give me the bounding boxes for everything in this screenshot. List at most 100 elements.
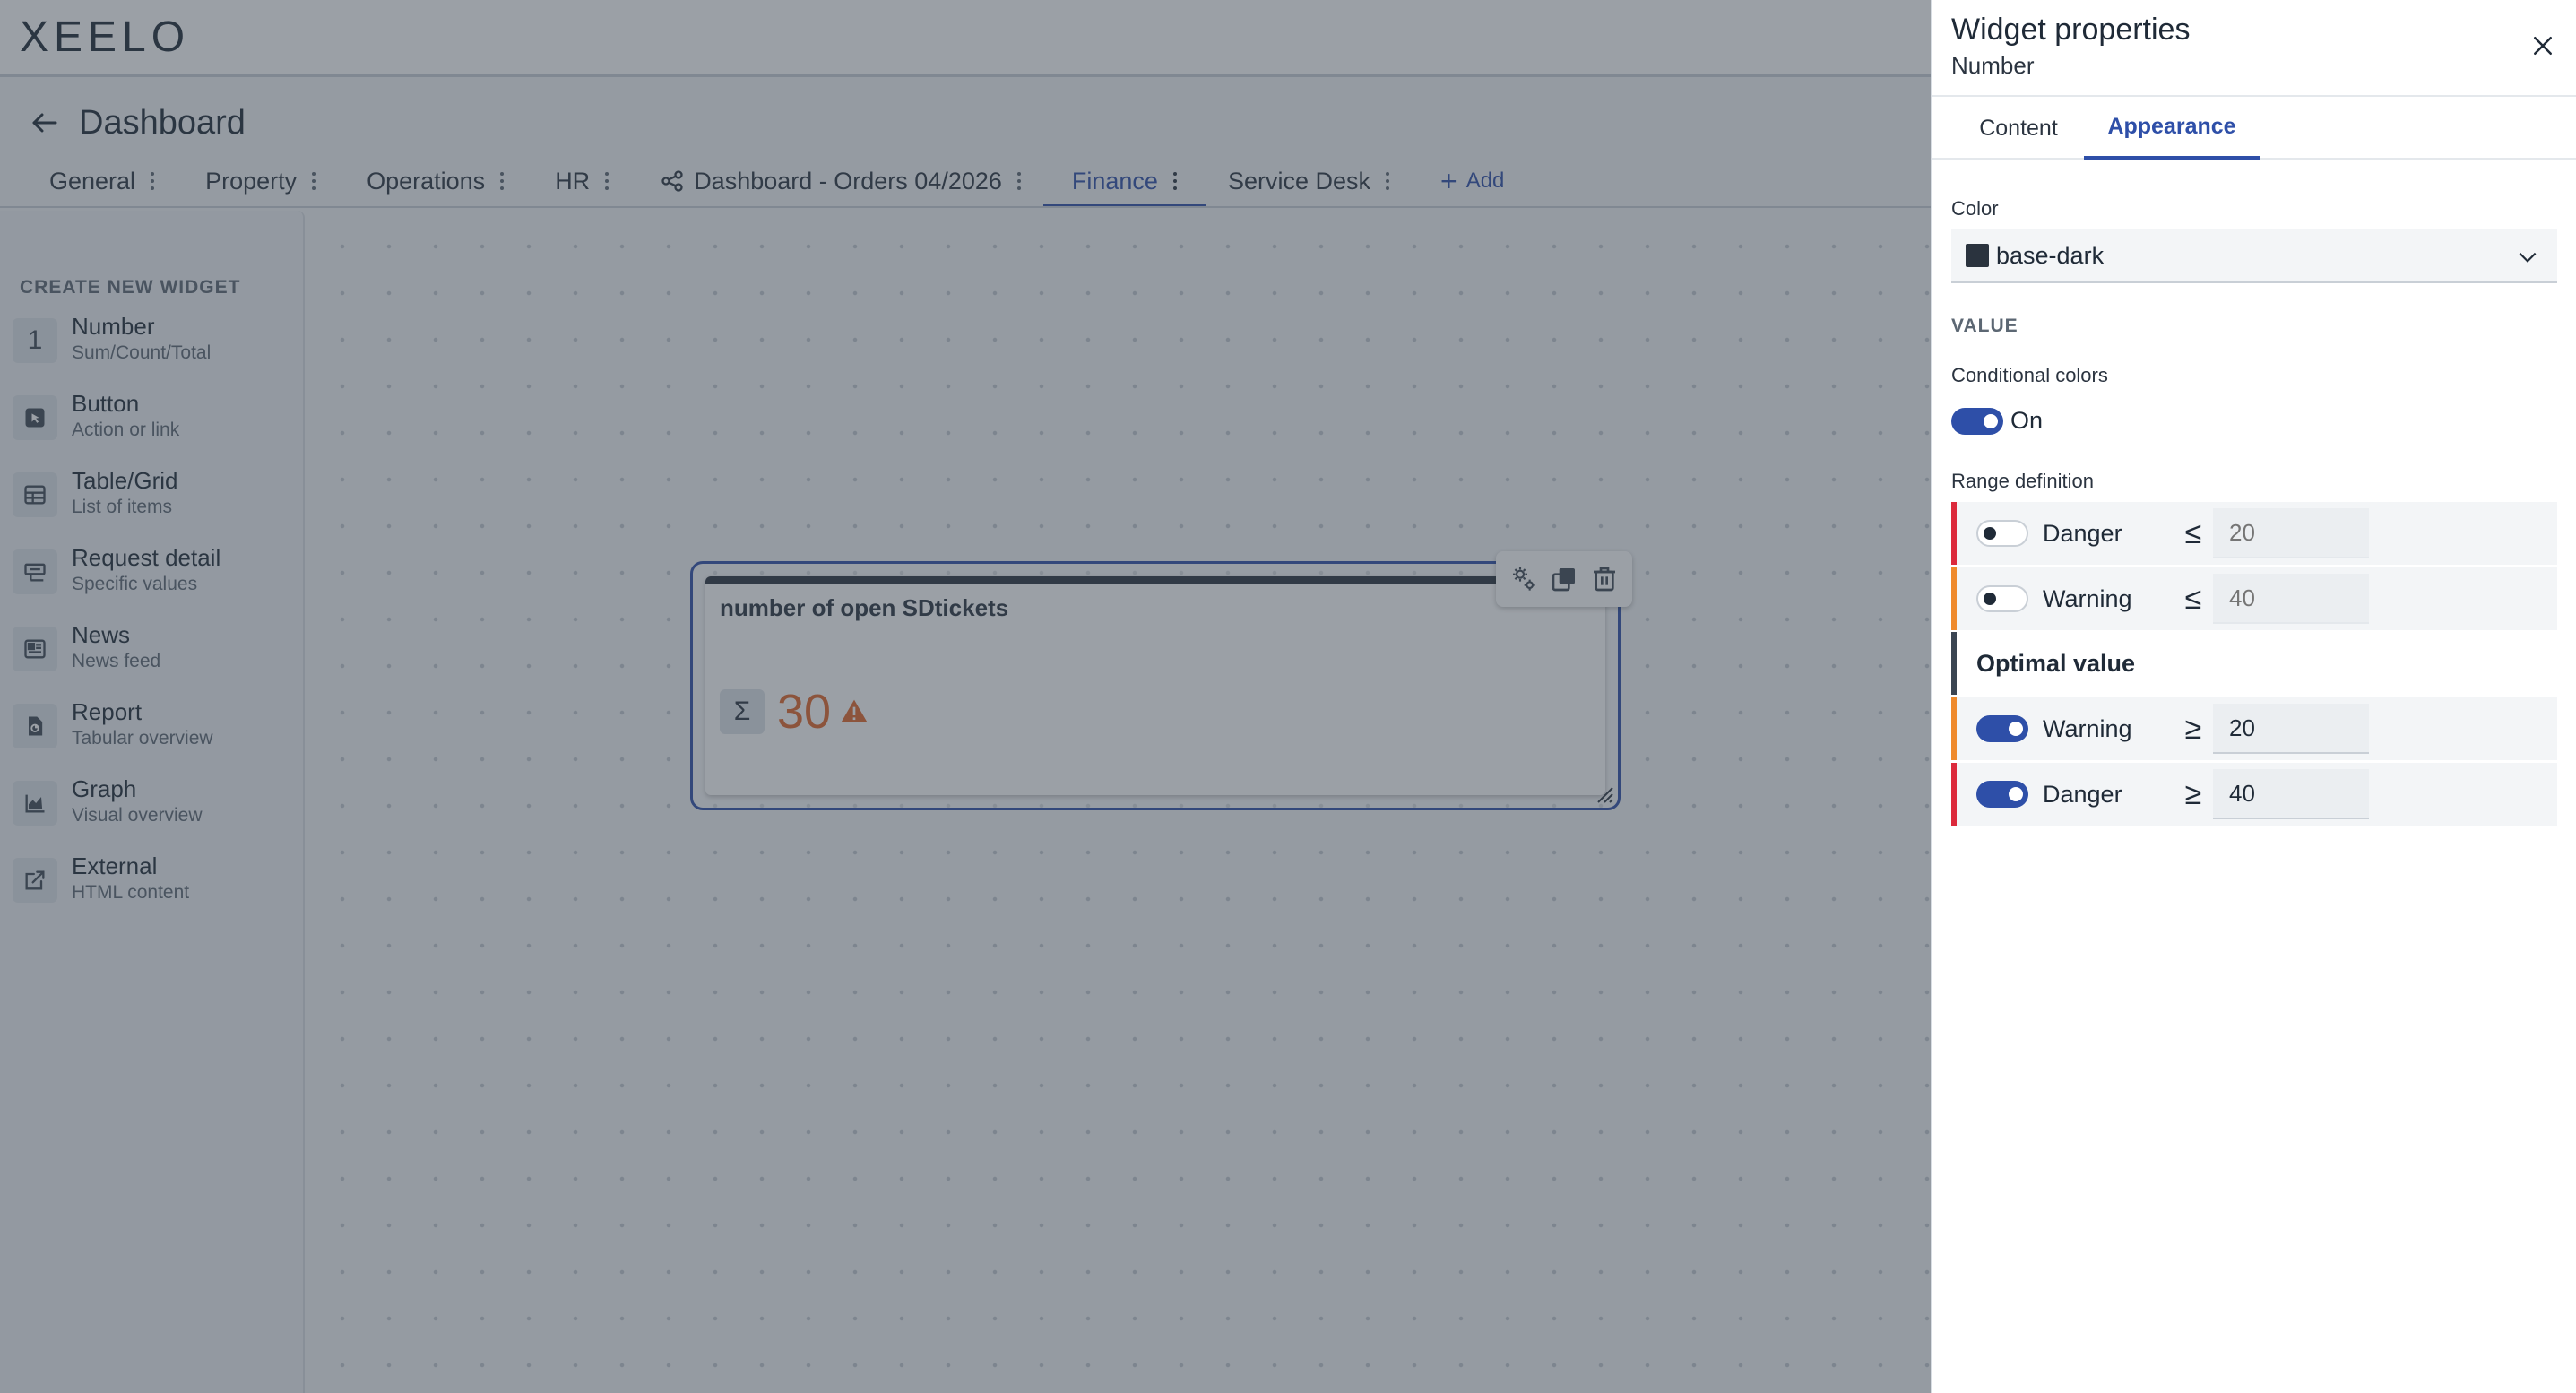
trash-icon[interactable] <box>1590 565 1619 593</box>
share-icon <box>661 170 683 192</box>
more-vertical-icon[interactable] <box>499 171 505 191</box>
tab-label: General <box>49 167 136 195</box>
number-widget-selected[interactable]: number of open SDtickets Σ 30 <box>690 551 1632 810</box>
conditional-colors-label: Conditional colors <box>1951 364 2108 386</box>
more-vertical-icon[interactable] <box>604 171 609 191</box>
widget-item-button[interactable]: Button Action or link <box>13 388 290 451</box>
widget-item-name: Table/Grid <box>72 467 178 494</box>
color-value: base-dark <box>1996 241 2105 269</box>
range-label: Warning <box>2043 584 2132 612</box>
danger-above-input[interactable] <box>2213 769 2369 819</box>
danger-below-input[interactable] <box>2213 508 2369 558</box>
external-link-icon <box>13 858 57 903</box>
more-vertical-icon[interactable] <box>311 171 316 191</box>
tab-label: Dashboard - Orders 04/2026 <box>694 167 1002 195</box>
request-detail-icon <box>13 549 57 594</box>
widget-properties-panel: Widget properties Number Content Appeara… <box>1931 0 2576 1393</box>
widget-item-name: External <box>72 852 158 879</box>
warning-above-input[interactable] <box>2213 704 2369 754</box>
dashboard-title-row: Dashboard <box>29 100 246 145</box>
more-vertical-icon[interactable] <box>1016 171 1022 191</box>
tab-dashboard-orders[interactable]: Dashboard - Orders 04/2026 <box>660 154 1022 208</box>
graph-icon <box>13 781 57 826</box>
widget-item-sub: Tabular overview <box>72 728 213 748</box>
widget-item-number[interactable]: 1 Number Sum/Count/Total <box>13 311 290 374</box>
tab-service-desk[interactable]: Service Desk <box>1228 154 1390 208</box>
close-icon[interactable] <box>2529 32 2556 59</box>
conditional-colors-toggle[interactable] <box>1951 407 2003 435</box>
danger-below-toggle[interactable] <box>1976 520 2028 547</box>
range-row-danger-below: Danger ≤ <box>1951 502 2557 565</box>
widget-item-name: Graph <box>72 775 137 802</box>
button-cursor-icon <box>13 395 57 440</box>
warning-color-bar <box>1951 697 1957 760</box>
range-label: Warning <box>2043 714 2132 742</box>
widget-item-table-grid[interactable]: Table/Grid List of items <box>13 465 290 528</box>
warning-below-toggle[interactable] <box>1976 585 2028 612</box>
tab-general[interactable]: General <box>49 154 155 208</box>
range-label: Danger <box>2043 780 2122 808</box>
greater-equal-icon: ≥ <box>2184 711 2202 746</box>
duplicate-icon[interactable] <box>1550 565 1578 593</box>
widget-toolbar <box>1496 551 1632 607</box>
panel-title: Widget properties <box>1951 13 2191 47</box>
color-swatch <box>1966 244 1989 267</box>
widget-item-name: Request detail <box>72 544 221 571</box>
sidebar-heading: CREATE NEW WIDGET <box>20 277 241 298</box>
widget-item-sub: Specific values <box>72 574 198 594</box>
less-equal-icon: ≤ <box>2184 515 2202 550</box>
widget-item-request-detail[interactable]: Request detail Specific values <box>13 542 290 605</box>
add-tab-button[interactable]: + Add <box>1440 154 1504 208</box>
warning-below-input[interactable] <box>2213 574 2369 624</box>
sigma-icon: Σ <box>720 689 765 734</box>
widget-item-name: Button <box>72 390 140 417</box>
widget-item-graph[interactable]: Graph Visual overview <box>13 774 290 836</box>
tab-finance[interactable]: Finance <box>1042 154 1207 208</box>
widget-item-name: News <box>72 621 131 648</box>
optimal-value-label: Optimal value <box>1976 649 2136 677</box>
optimal-color-bar <box>1951 632 1957 695</box>
warning-triangle-icon <box>841 699 868 722</box>
danger-color-bar <box>1951 763 1957 826</box>
report-icon <box>13 704 57 748</box>
color-label: Color <box>1951 197 1999 220</box>
color-select[interactable]: base-dark <box>1951 229 2557 283</box>
resize-handle-icon[interactable] <box>1595 784 1614 804</box>
widget-value: 30 <box>777 685 832 739</box>
tabs-divider <box>0 206 1931 208</box>
widget-item-external[interactable]: External HTML content <box>13 851 290 913</box>
widget-item-news[interactable]: News News feed <box>13 619 290 682</box>
widget-item-sub: List of items <box>72 497 173 517</box>
plus-icon: + <box>1440 165 1457 197</box>
widget-item-report[interactable]: Report Tabular overview <box>13 696 290 759</box>
more-vertical-icon[interactable] <box>1385 171 1390 191</box>
tab-hr[interactable]: HR <box>555 154 609 208</box>
tab-label: Service Desk <box>1227 167 1370 195</box>
range-definition-label: Range definition <box>1951 470 2095 492</box>
value-section-heading: VALUE <box>1951 316 2018 336</box>
danger-above-toggle[interactable] <box>1976 781 2028 808</box>
add-tab-label: Add <box>1465 169 1505 193</box>
chevron-down-icon <box>2519 252 2537 263</box>
less-equal-icon: ≤ <box>2184 581 2202 616</box>
number-widget-card: number of open SDtickets Σ 30 <box>705 576 1605 795</box>
range-row-warning-above: Warning ≥ <box>1951 697 2557 760</box>
warning-above-toggle[interactable] <box>1976 715 2028 742</box>
range-row-warning-below: Warning ≤ <box>1951 567 2557 630</box>
table-icon <box>13 472 57 517</box>
more-vertical-icon[interactable] <box>1172 171 1178 191</box>
tab-label: Property <box>205 167 298 195</box>
back-arrow-icon[interactable] <box>29 107 61 139</box>
tab-property[interactable]: Property <box>205 154 316 208</box>
tab-content[interactable]: Content <box>1951 97 2086 160</box>
panel-tabs: Content Appearance <box>1932 97 2576 160</box>
more-vertical-icon[interactable] <box>150 171 155 191</box>
xeelo-logo[interactable]: XEELO <box>20 13 190 62</box>
top-bar: XEELO <box>0 0 1931 77</box>
widget-item-name: Report <box>72 698 143 725</box>
tab-label: Operations <box>367 167 486 195</box>
tab-appearance[interactable]: Appearance <box>2084 97 2260 160</box>
tab-operations[interactable]: Operations <box>367 154 505 208</box>
greater-equal-icon: ≥ <box>2184 776 2202 811</box>
settings-gears-icon[interactable] <box>1509 565 1538 593</box>
